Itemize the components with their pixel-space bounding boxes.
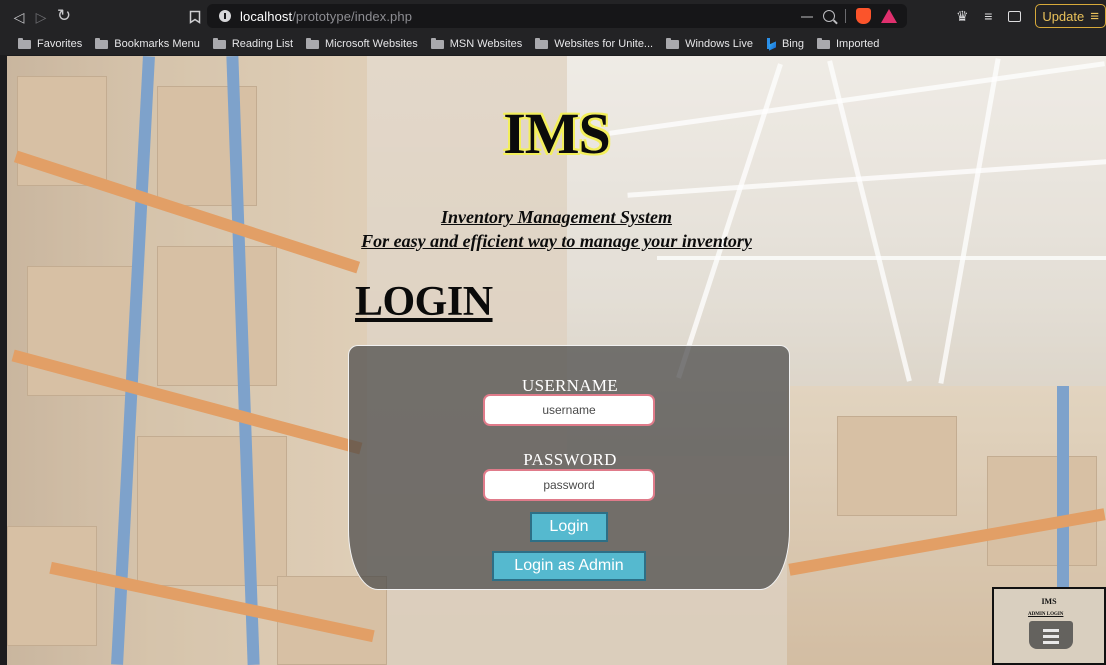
login-button[interactable]: Login xyxy=(530,512,608,542)
extensions-icon[interactable]: ♛ xyxy=(949,4,975,28)
folder-icon xyxy=(430,37,444,49)
bookmark-label: Favorites xyxy=(37,38,83,50)
bookmark-bookmarks-menu[interactable]: Bookmarks Menu xyxy=(95,37,200,50)
bookmarks-bar: Favorites Bookmarks Menu Reading List Mi… xyxy=(0,33,1106,55)
bookmark-label: MSN Websites xyxy=(449,38,523,50)
folder-icon xyxy=(666,37,680,49)
bing-icon xyxy=(766,37,776,51)
wallet-icon xyxy=(1007,10,1021,22)
thumbnail-title: IMS xyxy=(1041,597,1057,606)
bookmark-label: Bookmarks Menu xyxy=(114,38,200,50)
subtitle-line-2: For easy and efficient way to manage you… xyxy=(361,231,752,251)
bookmark-microsoft-websites[interactable]: Microsoft Websites xyxy=(306,37,418,50)
bookmark-windows-live[interactable]: Windows Live xyxy=(666,37,753,50)
thumbnail-field xyxy=(1043,635,1059,638)
bookmark-websites-for-united[interactable]: Websites for Unite... xyxy=(535,37,654,50)
tab-preview-thumbnail[interactable]: IMS ADMIN LOGIN xyxy=(992,587,1106,665)
bookmark-favorites[interactable]: Favorites xyxy=(18,37,83,50)
bookmark-label: Microsoft Websites xyxy=(325,38,418,50)
key-icon[interactable]: ⎯⎯ xyxy=(801,9,813,24)
thumbnail-field xyxy=(1043,641,1059,644)
browser-toolbar: ◁ ▷ ↻ localhost/prototype/index.php ⎯⎯ ♛… xyxy=(0,0,1106,33)
folder-icon xyxy=(817,37,830,49)
folder-icon xyxy=(212,37,226,49)
reload-icon[interactable]: ↻ xyxy=(53,5,75,27)
login-form: USERNAME PASSWORD Login Login as Admin xyxy=(348,345,790,590)
login-heading: LOGIN xyxy=(355,279,493,325)
address-bar-icons: ⎯⎯ xyxy=(801,8,897,24)
bookmark-label: Websites for Unite... xyxy=(554,38,654,50)
bookmark-label: Bing xyxy=(781,38,804,50)
thumbnail-field xyxy=(1043,629,1059,632)
playlist-icon[interactable]: ≡ xyxy=(975,4,1001,28)
bookmark-label: Imported xyxy=(836,38,880,50)
brave-shields-icon[interactable] xyxy=(856,8,871,24)
password-label: PASSWORD xyxy=(523,450,617,469)
thumbnail-heading: ADMIN LOGIN xyxy=(1028,612,1064,617)
bookmark-reading-list[interactable]: Reading List xyxy=(212,37,293,50)
admin-login-button[interactable]: Login as Admin xyxy=(492,551,646,581)
url-text: localhost/prototype/index.php xyxy=(240,9,412,24)
divider xyxy=(845,9,846,23)
folder-icon xyxy=(535,37,549,49)
update-button[interactable]: Update ≡ xyxy=(1035,4,1106,28)
bookmark-imported[interactable]: Imported xyxy=(817,37,880,50)
address-bar[interactable]: localhost/prototype/index.php ⎯⎯ xyxy=(207,4,907,28)
back-icon[interactable]: ◁ xyxy=(8,6,30,28)
forward-icon[interactable]: ▷ xyxy=(30,6,52,28)
bookmark-bing[interactable]: Bing xyxy=(766,37,804,51)
menu-icon: ≡ xyxy=(1090,7,1099,25)
bookmark-label: Windows Live xyxy=(685,38,753,50)
update-label: Update xyxy=(1042,8,1085,24)
username-input[interactable] xyxy=(483,394,655,426)
bookmark-label: Reading List xyxy=(231,38,293,50)
folder-icon xyxy=(18,37,31,49)
url-host: localhost xyxy=(240,8,293,24)
page-title: IMS xyxy=(503,101,611,166)
bookmark-page-icon[interactable] xyxy=(184,6,206,28)
site-info-icon[interactable] xyxy=(219,10,231,22)
browser-tools: ♛ ≡ Update ≡ xyxy=(949,4,1106,28)
folder-icon xyxy=(306,37,319,49)
brave-rewards-icon[interactable] xyxy=(881,9,897,23)
login-page: IMS Inventory Management System For easy… xyxy=(7,56,1106,665)
username-label: USERNAME xyxy=(522,376,618,395)
zoom-icon[interactable] xyxy=(823,10,835,22)
bookmark-msn-websites[interactable]: MSN Websites xyxy=(430,37,523,50)
folder-icon xyxy=(95,37,109,49)
wallet-icon-button[interactable] xyxy=(1001,4,1027,28)
password-input[interactable] xyxy=(483,469,655,501)
url-path: /prototype/index.php xyxy=(292,8,413,24)
subtitle-line-1: Inventory Management System xyxy=(440,207,672,227)
